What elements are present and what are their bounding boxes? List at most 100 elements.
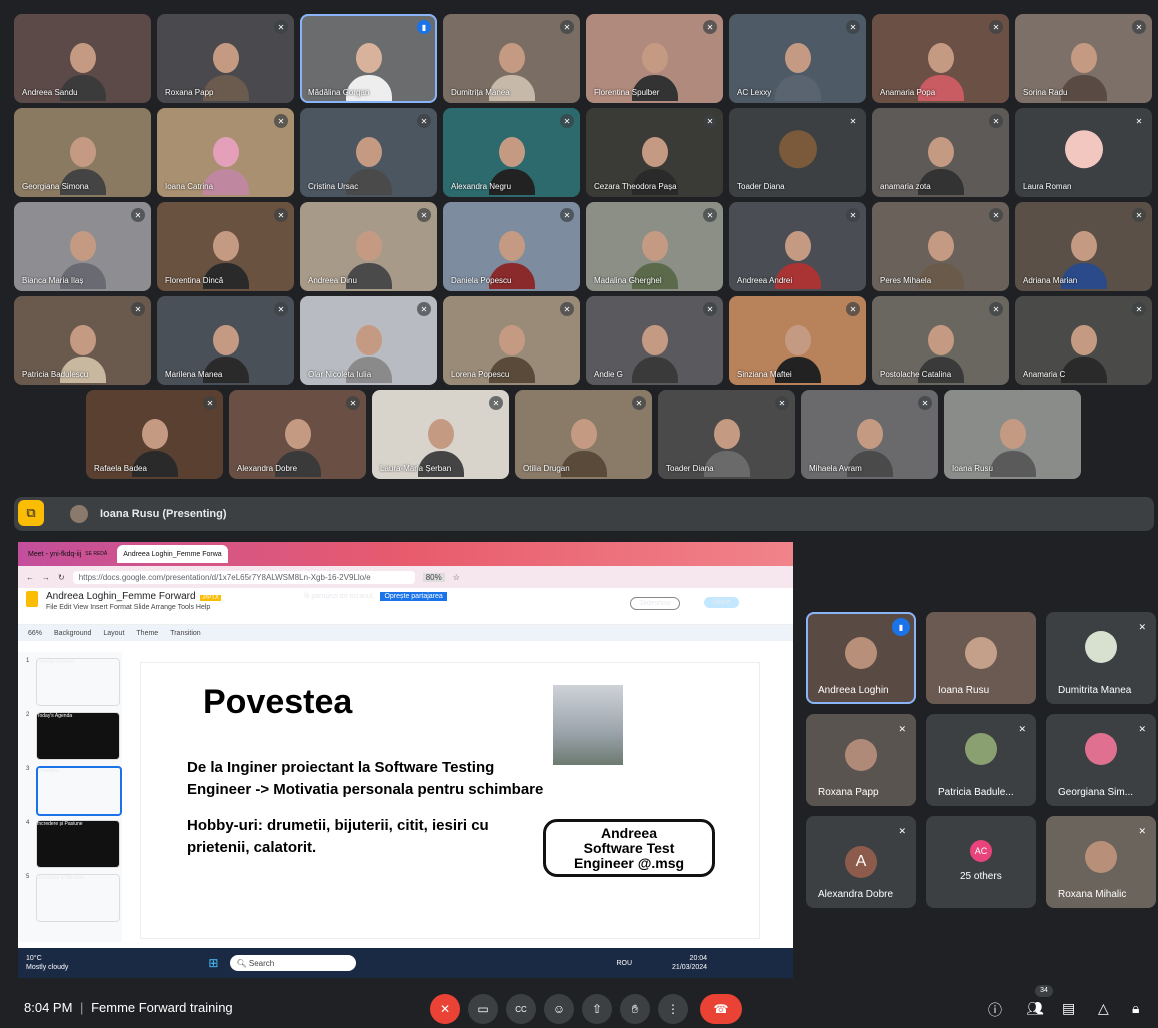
chat-icon[interactable]: ▤ [1062, 1000, 1075, 1017]
mic-toggle-button[interactable]: ✕ [430, 994, 460, 1024]
doc-title[interactable]: Andreea Loghin_Femme Forward [46, 591, 196, 602]
participant-tile[interactable]: ✕ Anamaria C [1015, 296, 1152, 385]
share-button[interactable]: Share [704, 597, 739, 608]
participant-tile[interactable]: ✕ Cristina Ursac [300, 108, 437, 197]
language-indicator[interactable]: ROU [616, 960, 632, 967]
activities-icon[interactable]: △ [1098, 1000, 1109, 1017]
participant-tile[interactable]: ✕ Alexandra Dobre [229, 390, 366, 479]
participant-tile[interactable]: ✕ Anamaria Popa [872, 14, 1009, 103]
participant-tile[interactable]: ✕ Postolache Catalina [872, 296, 1009, 385]
participant-tile[interactable]: ✕ Patricia Badule... [926, 714, 1036, 806]
participant-tile[interactable]: ✕ Patricia Badulescu [14, 296, 151, 385]
participant-tile[interactable]: ✕ Florentina Spulber [586, 14, 723, 103]
participant-tile[interactable]: ✕ anamaria zota [872, 108, 1009, 197]
participant-tile[interactable]: ✕ Rafaela Badea [86, 390, 223, 479]
more-options-button[interactable]: ⋮ [658, 994, 688, 1024]
slide-thumbnail[interactable]: Încredere și Pasiune [36, 820, 120, 868]
participant-tile[interactable]: ✕ Lorena Popescu [443, 296, 580, 385]
weather-widget[interactable]: 10°C Mostly cloudy [26, 954, 68, 972]
windows-start-icon[interactable]: ⊞ [208, 956, 218, 970]
raise-hand-button[interactable]: ✋︎ [620, 994, 650, 1024]
participant-tile[interactable]: ✕ Laura-Maria Șerban [372, 390, 509, 479]
weather-temp: 10°C [26, 955, 42, 962]
slide-canvas[interactable]: Povestea De la Inginer proiectant la Sof… [140, 662, 760, 939]
reload-icon[interactable]: ↻ [58, 573, 65, 582]
toolbar-layout[interactable]: Layout [103, 630, 124, 637]
participant-tile[interactable]: ✕ Dumitrita Manea [1046, 612, 1156, 704]
reactions-button[interactable]: ☺ [544, 994, 574, 1024]
participant-tile[interactable]: ✕ Mihaela Avram [801, 390, 938, 479]
star-icon[interactable]: ☆ [453, 573, 460, 582]
participant-tile[interactable]: ✕ Daniela Popescu [443, 202, 580, 291]
back-icon[interactable]: ← [26, 573, 34, 582]
slide-thumbnail[interactable]: Today's Agenda [36, 712, 120, 760]
slideshow-button[interactable]: Slideshow [630, 597, 680, 610]
participant-tile[interactable]: ✕ Ioana Catrina [157, 108, 294, 197]
leave-call-button[interactable]: ☎ [700, 994, 742, 1024]
participant-tile[interactable]: ✕ AC Lexxy [729, 14, 866, 103]
participant-tile[interactable]: ✕ Toader Diana [658, 390, 795, 479]
participant-name: Patricia Badulescu [22, 370, 89, 379]
participant-tile[interactable]: ✕ Alexandra Negru [443, 108, 580, 197]
participant-tile[interactable]: ✕ Marilena Manea [157, 296, 294, 385]
stop-sharing-button[interactable]: Oprește partajarea [380, 592, 447, 601]
participant-tile[interactable]: ✕ Bianca Maria Ilaș [14, 202, 151, 291]
participant-tile[interactable]: ✕ Adriana Marian [1015, 202, 1152, 291]
participant-avatar: A [845, 846, 877, 878]
participant-tile[interactable]: ✕ Georgiana Sim... [1046, 714, 1156, 806]
menu-bar[interactable]: File Edit View Insert Format Slide Arran… [46, 604, 221, 611]
participant-tile[interactable]: ✕ Sorina Radu [1015, 14, 1152, 103]
participant-tile[interactable]: Andreea Sandu [14, 14, 151, 103]
participant-tile[interactable]: ✕ Andie G [586, 296, 723, 385]
participant-tile[interactable]: ✕ Andreea Andrei [729, 202, 866, 291]
camera-toggle-button[interactable]: ▭ [468, 994, 498, 1024]
participant-tile[interactable]: ✕ Olar Nicoleta Iulia [300, 296, 437, 385]
slide-thumbnail[interactable]: Securitate și Mindset [36, 874, 120, 922]
participant-tile[interactable]: ▮ Andreea Loghin [806, 612, 916, 704]
browser-tab-meet[interactable]: Meet - yni-fkdq-iij SE REDĂ [22, 545, 113, 563]
toolbar-transition[interactable]: Transition [170, 630, 200, 637]
participant-tile[interactable]: ✕ Florentina Dincă [157, 202, 294, 291]
others-tile[interactable]: AC 25 others [926, 816, 1036, 908]
slide-thumbnail[interactable]: Femme Forward [36, 658, 120, 706]
toolbar-background[interactable]: Background [54, 630, 91, 637]
slide-thumbnail[interactable]: Povestea [36, 766, 122, 816]
participant-tile[interactable]: ✕ Peres Mihaela [872, 202, 1009, 291]
zoom-select[interactable]: 66% [28, 630, 42, 637]
presentation-layout-icon[interactable]: ⧉ [18, 500, 44, 526]
thumb-number: 1 [26, 658, 30, 664]
info-icon[interactable]: ⓘ [988, 1000, 1002, 1020]
browser-tab-slides[interactable]: Andreea Loghin_Femme Forwa [117, 545, 228, 563]
participant-tile[interactable]: ✕ Laura Roman [1015, 108, 1152, 197]
toolbar-theme[interactable]: Theme [136, 630, 158, 637]
participant-tile[interactable]: ✕ Cezara Theodora Pașa [586, 108, 723, 197]
participant-tile[interactable]: ✕ Roxana Mihalic [1046, 816, 1156, 908]
url-field[interactable]: https://docs.google.com/presentation/d/1… [72, 570, 415, 584]
participant-name: Florentina Spulber [594, 88, 660, 97]
slides-logo-icon [26, 591, 38, 607]
participant-tile[interactable]: ✕ Madalina Gherghel [586, 202, 723, 291]
captions-button[interactable]: CC [506, 994, 536, 1024]
people-icon[interactable]: 👥︎ [1026, 1000, 1044, 1017]
taskbar-clock[interactable]: 20:04 21/03/2024 [672, 954, 707, 972]
participant-tile[interactable]: ✕ Andreea Dinu [300, 202, 437, 291]
participant-name: Ioana Rusu [938, 685, 990, 696]
participant-tile[interactable]: ▮ Mădălina Gorgan [300, 14, 437, 103]
present-screen-button[interactable]: ⇧ [582, 994, 612, 1024]
participant-tile[interactable]: Ioana Rusu [926, 612, 1036, 704]
participant-tile[interactable]: Georgiana Simona [14, 108, 151, 197]
participant-tile[interactable]: ✕ Sinziana Maftei [729, 296, 866, 385]
tab-label: Meet - yni-fkdq-iij [28, 550, 82, 558]
host-controls-icon[interactable]: 🔒︎ [1132, 1000, 1139, 1017]
participant-tile[interactable]: Ioana Rusu [944, 390, 1081, 479]
search-icon: 🔍︎ [236, 958, 249, 968]
participant-tile[interactable]: A ✕ Alexandra Dobre [806, 816, 916, 908]
participant-name: Postolache Catalina [880, 370, 952, 379]
participant-tile[interactable]: ✕ Dumitrița Manea [443, 14, 580, 103]
participant-tile[interactable]: ✕ Otilia Drugan [515, 390, 652, 479]
forward-icon[interactable]: → [42, 573, 50, 582]
participant-tile[interactable]: ✕ Roxana Papp [806, 714, 916, 806]
participant-tile[interactable]: ✕ Toader Diana [729, 108, 866, 197]
participant-tile[interactable]: ✕ Roxana Papp [157, 14, 294, 103]
taskbar-search[interactable]: 🔍︎ Search [230, 955, 357, 971]
